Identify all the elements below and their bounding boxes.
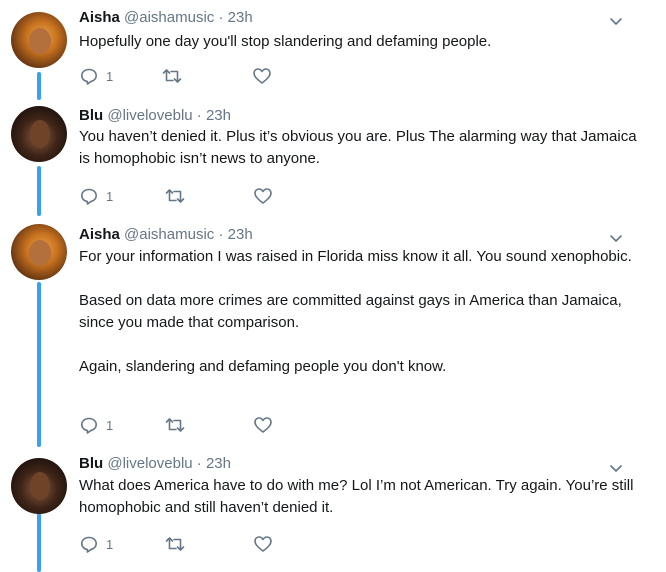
tweet-header: Aisha @aishamusic · 23h	[79, 226, 253, 244]
avatar[interactable]	[11, 458, 67, 514]
retweet-button[interactable]	[165, 186, 185, 206]
heart-icon	[254, 536, 272, 552]
author-name[interactable]: Aisha	[79, 9, 120, 26]
timestamp[interactable]: 23h	[228, 226, 253, 243]
author-name[interactable]: Blu	[79, 107, 103, 124]
chevron-down-icon[interactable]	[608, 460, 624, 476]
chevron-down-icon[interactable]	[608, 13, 624, 29]
tweet[interactable]: Blu @liveloveblu · 23h What does America…	[0, 448, 666, 572]
reply-icon	[81, 536, 97, 553]
author-name[interactable]: Blu	[79, 455, 103, 472]
tweet-paragraph: Based on data more crimes are committed …	[79, 292, 622, 331]
reply-count: 1	[106, 417, 114, 433]
heart-icon	[254, 188, 272, 204]
heart-icon	[253, 68, 271, 84]
tweet-header: Blu @liveloveblu · 23h	[79, 107, 231, 125]
tweet-text: For your information I was raised in Flo…	[79, 246, 639, 378]
timestamp[interactable]: 23h	[228, 9, 253, 26]
reply-button[interactable]: 1	[79, 186, 113, 206]
tweet-text: You haven’t denied it. Plus it’s obvious…	[79, 126, 639, 170]
tweet[interactable]: Aisha @aishamusic · 23h Hopefully one da…	[0, 0, 666, 100]
chevron-down-icon[interactable]	[608, 230, 624, 246]
author-handle[interactable]: @aishamusic	[124, 226, 214, 243]
like-button[interactable]	[253, 415, 273, 435]
author-handle[interactable]: @liveloveblu	[107, 455, 192, 472]
reply-icon	[81, 417, 97, 434]
heart-icon	[254, 417, 272, 433]
tweet-paragraph: Again, slandering and defaming people yo…	[79, 358, 447, 375]
tweet[interactable]: Blu @liveloveblu · 23h You haven’t denie…	[0, 100, 666, 216]
separator: ·	[196, 455, 202, 472]
avatar[interactable]	[11, 106, 67, 162]
tweet-header: Aisha @aishamusic · 23h	[79, 9, 253, 27]
retweet-icon	[165, 537, 185, 551]
retweet-button[interactable]	[165, 534, 185, 554]
reply-button[interactable]: 1	[79, 415, 113, 435]
tweet-text: Hopefully one day you'll stop slandering…	[79, 31, 639, 53]
reply-icon	[81, 68, 97, 85]
retweet-button[interactable]	[162, 66, 182, 86]
retweet-button[interactable]	[165, 415, 185, 435]
tweet-header: Blu @liveloveblu · 23h	[79, 455, 231, 473]
author-handle[interactable]: @liveloveblu	[107, 107, 192, 124]
author-handle[interactable]: @aishamusic	[124, 9, 214, 26]
separator: ·	[218, 226, 224, 243]
tweet-paragraph: Hopefully one day you'll stop slandering…	[79, 33, 492, 50]
tweet[interactable]: Aisha @aishamusic · 23h For your informa…	[0, 216, 666, 448]
tweet-paragraph: You haven’t denied it. Plus it’s obvious…	[79, 128, 637, 167]
retweet-icon	[165, 189, 185, 203]
retweet-icon	[165, 418, 185, 432]
reply-count: 1	[106, 536, 114, 552]
tweet-text: What does America have to do with me? Lo…	[79, 475, 639, 519]
tweet-paragraph: For your information I was raised in Flo…	[79, 248, 632, 265]
reply-icon	[81, 188, 97, 205]
separator: ·	[218, 9, 224, 26]
author-name[interactable]: Aisha	[79, 226, 120, 243]
reply-button[interactable]: 1	[79, 66, 113, 86]
avatar[interactable]	[11, 12, 67, 68]
retweet-icon	[162, 69, 182, 83]
reply-count: 1	[106, 188, 114, 204]
like-button[interactable]	[253, 534, 273, 554]
separator: ·	[196, 107, 202, 124]
like-button[interactable]	[253, 186, 273, 206]
tweet-paragraph: What does America have to do with me? Lo…	[79, 477, 634, 516]
timestamp[interactable]: 23h	[206, 455, 231, 472]
timestamp[interactable]: 23h	[206, 107, 231, 124]
reply-button[interactable]: 1	[79, 534, 113, 554]
reply-count: 1	[106, 68, 114, 84]
like-button[interactable]	[252, 66, 272, 86]
avatar[interactable]	[11, 224, 67, 280]
